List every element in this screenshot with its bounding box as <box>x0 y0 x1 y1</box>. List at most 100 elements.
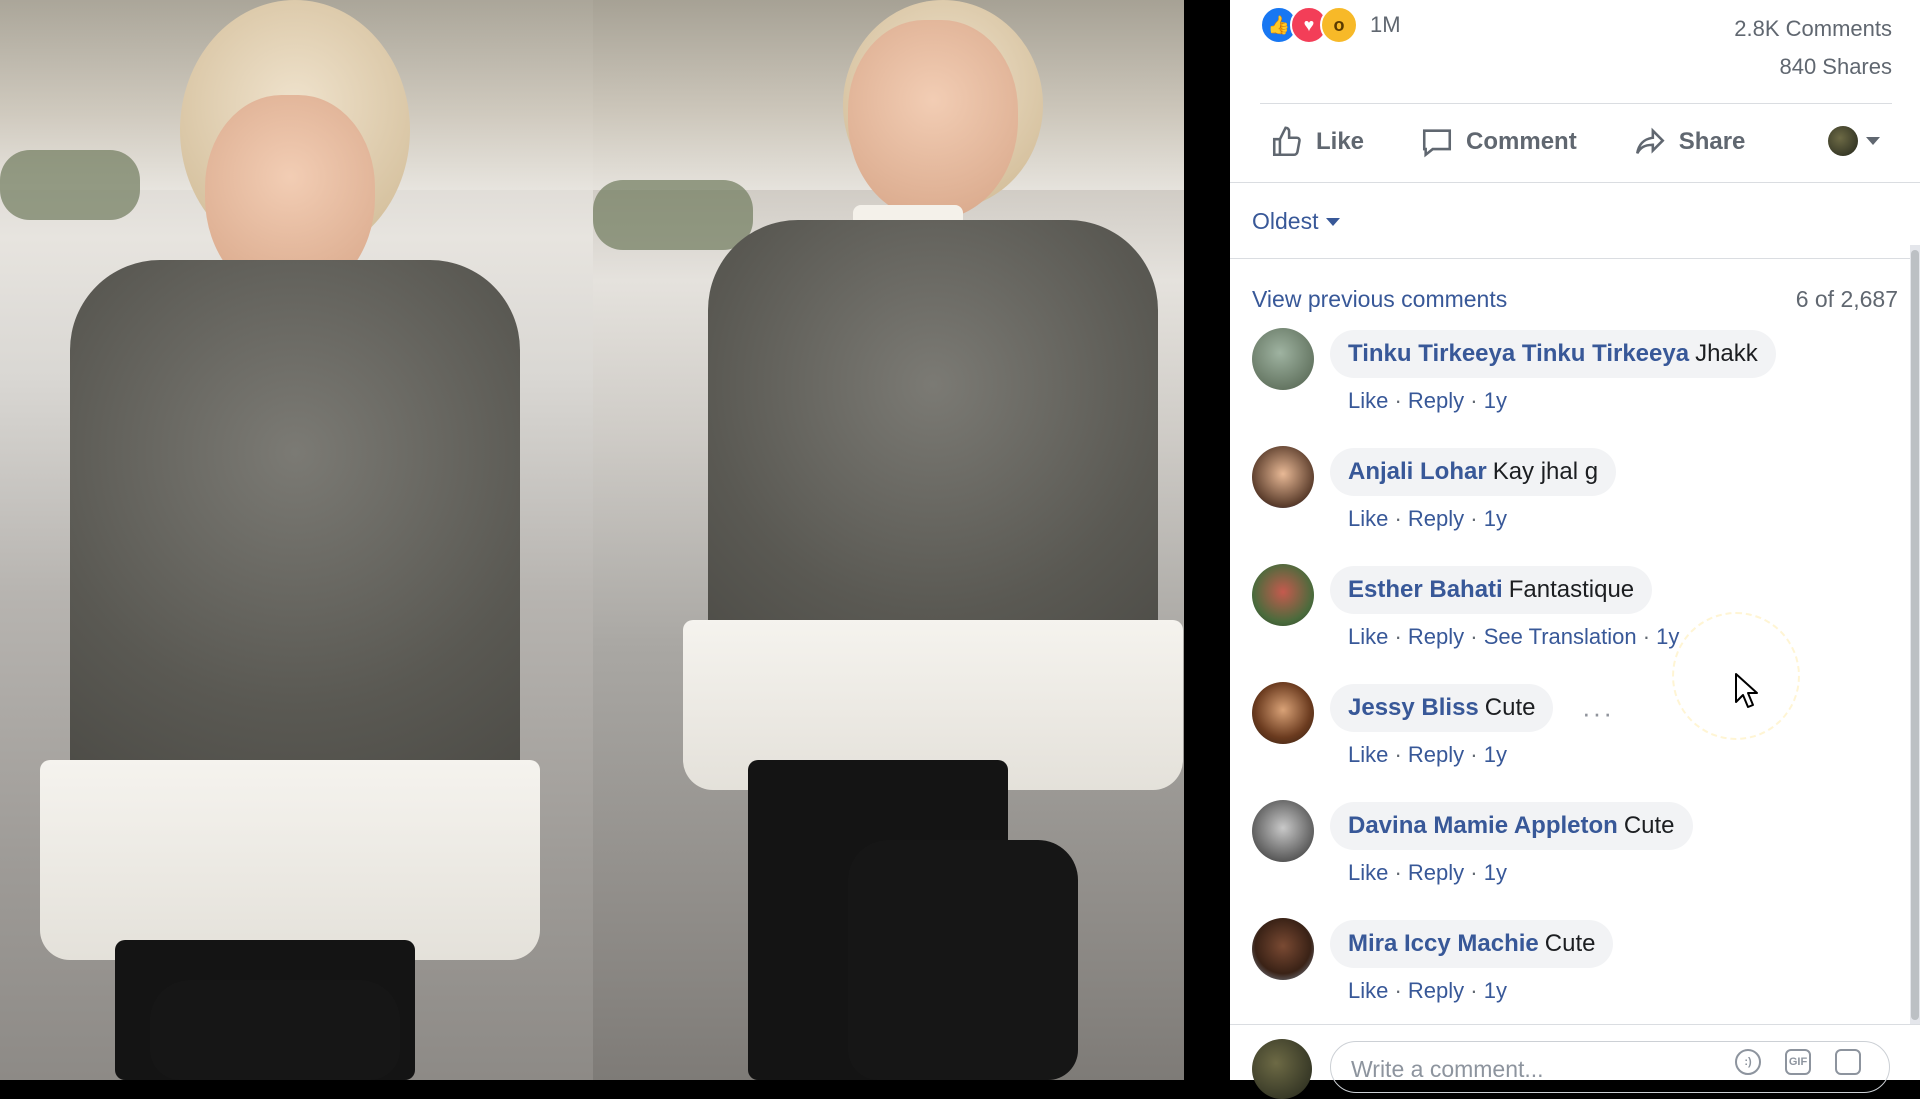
comments-panel: 👍 ♥ o 1M 2.8K Comments 840 Shares Like C… <box>1230 0 1920 1099</box>
divider <box>1260 103 1892 104</box>
comment-timestamp[interactable]: 1y <box>1484 506 1507 531</box>
comment-timestamp[interactable]: 1y <box>1484 860 1507 885</box>
comment-reply-link[interactable]: Reply <box>1408 388 1464 413</box>
post-photo[interactable] <box>0 0 1184 1080</box>
comment-text: Kay jhal g <box>1492 458 1599 485</box>
comment-item: Tinku Tirkeeya Tinku Tirkeeya Jhakk Like … <box>1252 322 1892 440</box>
comment-text: Cute <box>1623 812 1675 839</box>
photo-hedge <box>593 180 753 250</box>
comment-like-link[interactable]: Like <box>1348 860 1388 885</box>
comment-button[interactable]: Comment <box>1420 125 1577 159</box>
comment-like-link[interactable]: Like <box>1348 388 1388 413</box>
see-translation-link[interactable]: See Translation <box>1484 624 1637 649</box>
photo-bag <box>848 840 1078 1080</box>
comment-timestamp[interactable]: 1y <box>1484 742 1507 767</box>
comment-meta: Like · Reply · 1y <box>1348 860 1507 885</box>
comment-item: Anjali Lohar Kay jhal g Like · Reply · 1y <box>1252 440 1892 558</box>
comment-timestamp[interactable]: 1y <box>1656 624 1679 649</box>
wow-reaction-icon: o <box>1320 6 1358 44</box>
commenter-name[interactable]: Esther Bahati <box>1348 576 1503 603</box>
commenter-avatar[interactable] <box>1252 446 1314 508</box>
comment-icon <box>1423 129 1452 158</box>
comment-meta: Like · Reply · 1y <box>1348 978 1507 1003</box>
commenter-avatar[interactable] <box>1252 328 1314 390</box>
user-avatar <box>1252 1039 1312 1099</box>
comment-bubble: Jessy Bliss Cute <box>1330 684 1554 732</box>
photo-sweater <box>70 260 520 810</box>
comment-meta: Like · Reply · 1y <box>1348 742 1507 767</box>
comment-button-label: Comment <box>1466 128 1577 155</box>
photo-ruffle <box>40 760 540 960</box>
comment-reply-link[interactable]: Reply <box>1408 506 1464 531</box>
view-previous-comments-link[interactable]: View previous comments <box>1252 286 1507 313</box>
comment-bubble: Tinku Tirkeeya Tinku Tirkeeya Jhakk <box>1330 330 1776 378</box>
sort-label: Oldest <box>1252 208 1319 234</box>
comment-meta: Like · Reply · See Translation · 1y <box>1348 624 1680 649</box>
comment-composer: Write a comment... :) GIF <box>1230 1024 1920 1099</box>
comments-count: 6 of 2,687 <box>1795 286 1898 312</box>
share-arrow-icon <box>1635 127 1665 154</box>
comment-as-selector[interactable] <box>1828 126 1880 156</box>
composer-tools: :) GIF <box>1735 1049 1885 1075</box>
commenter-avatar[interactable] <box>1252 682 1314 744</box>
comment-meta: Like · Reply · 1y <box>1348 388 1507 413</box>
reaction-summary[interactable]: 👍 ♥ o 1M <box>1260 6 1401 44</box>
commenter-name[interactable]: Mira Iccy Machie <box>1348 930 1539 957</box>
comment-text: Fantastique <box>1508 576 1635 603</box>
reaction-count[interactable]: 1M <box>1370 12 1401 38</box>
divider <box>1230 182 1920 183</box>
photo-left-pane <box>0 0 593 1080</box>
comment-like-link[interactable]: Like <box>1348 624 1388 649</box>
thumbs-up-icon <box>1272 126 1301 157</box>
commenter-name[interactable]: Davina Mamie Appleton <box>1348 812 1618 839</box>
sticker-icon[interactable] <box>1835 1049 1861 1075</box>
photo-bag <box>150 980 400 1080</box>
commenter-name[interactable]: Anjali Lohar <box>1348 458 1487 485</box>
commenter-avatar[interactable] <box>1252 800 1314 862</box>
divider <box>1230 258 1920 259</box>
comment-reply-link[interactable]: Reply <box>1408 860 1464 885</box>
mouse-cursor-icon <box>1735 673 1758 708</box>
photo-right-pane <box>593 0 1184 1080</box>
comment-like-link[interactable]: Like <box>1348 742 1388 767</box>
comment-bubble: Anjali Lohar Kay jhal g <box>1330 448 1617 496</box>
commenter-avatar[interactable] <box>1252 564 1314 626</box>
comment-bubble: Davina Mamie Appleton Cute <box>1330 802 1693 850</box>
emoji-icon[interactable]: :) <box>1735 1049 1761 1075</box>
comment-like-link[interactable]: Like <box>1348 978 1388 1003</box>
comment-bubble: Mira Iccy Machie Cute <box>1330 920 1614 968</box>
comment-item: Mira Iccy Machie Cute Like · Reply · 1y <box>1252 912 1892 1030</box>
photo-face <box>848 20 1018 220</box>
commenter-name[interactable]: Tinku Tirkeeya Tinku Tirkeeya <box>1348 340 1689 367</box>
comment-text: Cute <box>1544 930 1596 957</box>
comment-like-link[interactable]: Like <box>1348 506 1388 531</box>
comment-text: Jhakk <box>1695 340 1758 367</box>
photo-divider <box>1184 0 1230 1080</box>
share-count-link[interactable]: 840 Shares <box>1734 48 1892 86</box>
comment-reply-link[interactable]: Reply <box>1408 742 1464 767</box>
commenter-avatar[interactable] <box>1252 918 1314 980</box>
more-options-icon[interactable]: ··· <box>1582 698 1614 729</box>
comment-timestamp[interactable]: 1y <box>1484 388 1507 413</box>
photo-hedge <box>0 150 140 220</box>
scrollbar-thumb[interactable] <box>1911 250 1919 1020</box>
like-button[interactable]: Like <box>1270 125 1364 159</box>
comment-reply-link[interactable]: Reply <box>1408 978 1464 1003</box>
share-button[interactable]: Share <box>1633 125 1746 159</box>
comment-sort-dropdown[interactable]: Oldest <box>1252 208 1341 235</box>
gif-icon[interactable]: GIF <box>1785 1049 1811 1075</box>
comment-count-link[interactable]: 2.8K Comments <box>1734 10 1892 48</box>
comment-item: Davina Mamie Appleton Cute Like · Reply ·… <box>1252 794 1892 912</box>
chevron-down-icon <box>1866 137 1880 145</box>
chevron-down-icon <box>1326 217 1341 226</box>
comment-timestamp[interactable]: 1y <box>1484 978 1507 1003</box>
post-actions: Like Comment Share <box>1270 120 1892 164</box>
share-button-label: Share <box>1678 128 1746 155</box>
comment-text: Cute <box>1484 694 1536 721</box>
post-stats: 2.8K Comments 840 Shares <box>1734 10 1892 86</box>
comment-reply-link[interactable]: Reply <box>1408 624 1464 649</box>
comment-bubble: Esther Bahati Fantastique <box>1330 566 1653 614</box>
like-button-label: Like <box>1316 128 1365 155</box>
commenter-name[interactable]: Jessy Bliss <box>1348 694 1479 721</box>
user-avatar <box>1828 126 1858 156</box>
